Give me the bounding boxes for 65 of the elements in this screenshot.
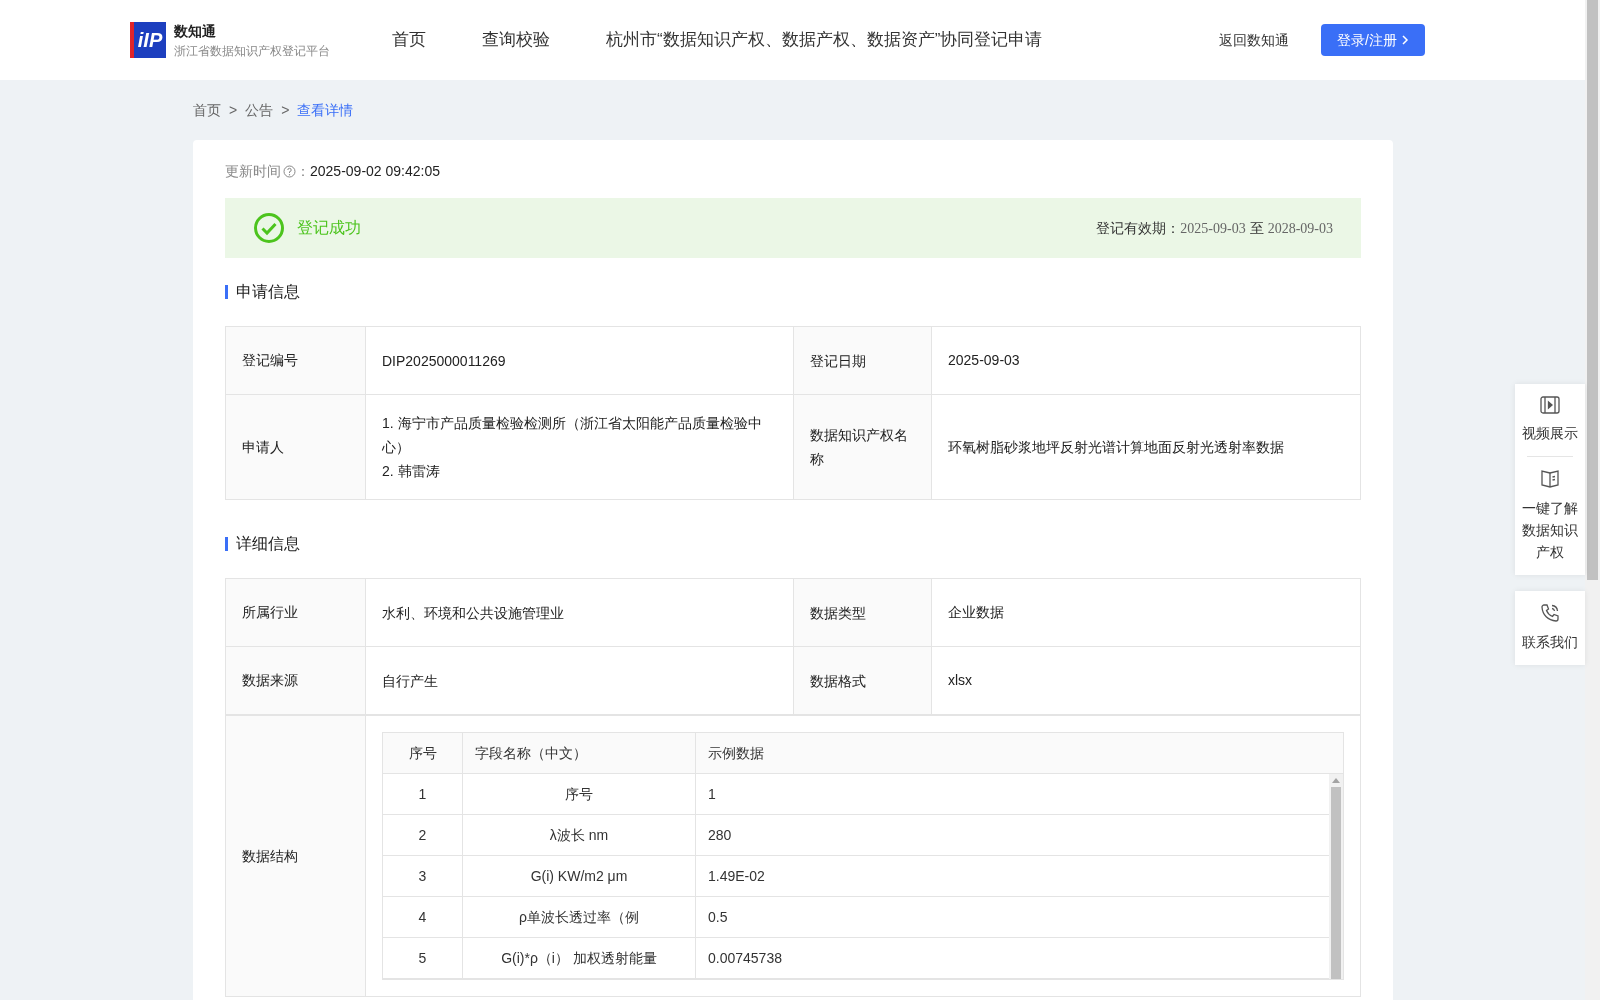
nav-link[interactable]: 杭州市“数据知识产权、数据产权、数据资产”协同登记申请: [606, 27, 1043, 53]
nav-link[interactable]: 首页: [392, 27, 426, 53]
section-title: 详细信息: [236, 534, 300, 554]
side-link[interactable]: 一键了解数据知识产权: [1521, 497, 1579, 563]
table-cell-text: 1: [707, 784, 717, 804]
field-label: 申请人: [226, 395, 366, 499]
validity-date: 2028-09-03: [1267, 219, 1333, 238]
column-header: 字段名称（中文）: [463, 733, 696, 773]
section-title: 申请信息: [236, 282, 300, 302]
validity-to: 至: [1249, 218, 1264, 238]
table-cell: λ波长 nm: [463, 815, 696, 855]
back-link[interactable]: 返回数知通: [1219, 29, 1290, 51]
table-cell: 1: [383, 774, 463, 814]
field-value: 环氧树脂砂浆地坪反射光谱计算地面反射光透射率数据: [947, 437, 1285, 457]
breadcrumb-link[interactable]: 查看详情: [297, 99, 354, 121]
side-link[interactable]: 视频展示: [1521, 422, 1579, 444]
table-cell-text: 0.00745738: [707, 948, 783, 968]
field-label: 所属行业: [226, 579, 366, 646]
table-cell: ρ单波长透过率（例: [463, 897, 696, 937]
book-icon: [1540, 469, 1560, 489]
table-cell-text: 1.49E-02: [707, 866, 766, 886]
film-icon: [1540, 396, 1560, 414]
field-value: 企业数据: [947, 603, 1005, 622]
help-icon: [283, 164, 296, 178]
login-button[interactable]: 登录/注册: [1321, 24, 1425, 56]
breadcrumb-link[interactable]: 公告: [245, 99, 274, 121]
table-cell: 5: [383, 938, 463, 978]
field-label: 登记编号: [226, 327, 366, 394]
site-subtitle: 浙江省数据知识产权登记平台: [174, 42, 330, 60]
breadcrumb-separator: >: [281, 100, 290, 120]
table-cell: 3: [383, 856, 463, 896]
phone-icon: [1540, 603, 1560, 623]
field-label: 登记日期: [794, 327, 932, 394]
table-cell: 2: [383, 815, 463, 855]
site-name: 数知通: [174, 21, 217, 41]
field-label: 数据结构: [226, 716, 366, 996]
table-cell-text: 0.5: [707, 907, 729, 927]
field-value: 2025-09-03: [947, 351, 1021, 370]
table-cell: 4: [383, 897, 463, 937]
breadcrumb-separator: >: [229, 100, 238, 120]
validity-date: 2025-09-03: [1180, 219, 1246, 238]
side-link[interactable]: 联系我们: [1521, 631, 1579, 653]
status-text: 登记成功: [297, 218, 361, 238]
breadcrumb-link[interactable]: 首页: [193, 99, 221, 121]
column-header: 示例数据: [707, 743, 765, 763]
field-label: 数据来源: [226, 647, 366, 714]
chevron-right-icon: [1401, 34, 1409, 46]
field-label: 数据类型: [794, 579, 932, 646]
section-marker: [225, 537, 228, 551]
check-circle-icon: [253, 212, 285, 244]
update-time-label: 更新时间: [225, 161, 281, 181]
update-time-colon: ：: [296, 161, 310, 181]
table-cell: 序号: [463, 774, 696, 814]
validity-label: 登记有效期：: [1096, 218, 1181, 238]
table-cell: G(i) KW/m2 μm: [463, 856, 696, 896]
field-value: xlsx: [947, 671, 974, 690]
field-label: 数据知识产权名称: [794, 395, 932, 499]
nav-link[interactable]: 查询校验: [482, 27, 550, 53]
table-cell: G(i)*ρ（i） 加权透射能量: [463, 938, 696, 978]
table-cell-text: 280: [707, 825, 733, 845]
column-header: 序号: [383, 733, 463, 773]
section-marker: [225, 285, 228, 299]
logo: iIP: [130, 22, 166, 58]
field-label: 数据格式: [794, 647, 932, 714]
update-time-value: 2025-09-02 09:42:05: [310, 161, 440, 181]
